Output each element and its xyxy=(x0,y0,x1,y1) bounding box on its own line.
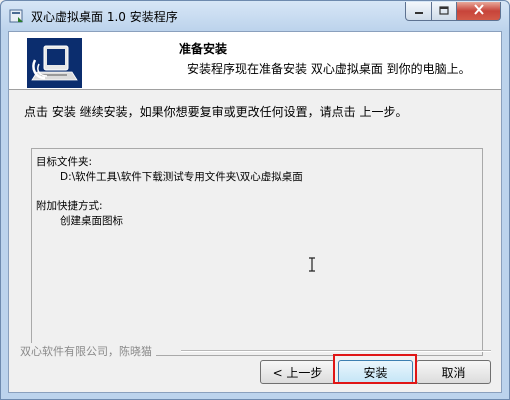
page-title: 准备安装 xyxy=(179,42,228,56)
window-title: 双心虚拟桌面 1.0 安装程序 xyxy=(31,10,178,24)
wizard-page: 准备安装 安装程序现在准备安装 双心虚拟桌面 到你的电脑上。 点击 安装 继续安… xyxy=(8,31,502,393)
close-icon xyxy=(473,4,485,18)
brand-text: 双心软件有限公司，陈晓猫 xyxy=(20,343,156,359)
install-button[interactable]: 安装 xyxy=(338,360,413,384)
computer-install-logo-icon xyxy=(27,38,82,88)
wizard-header: 准备安装 安装程序现在准备安装 双心虚拟桌面 到你的电脑上。 xyxy=(9,32,501,90)
instruction-text: 点击 安装 继续安装，如果你想要复审或更改任何设置，请点击 上一步。 xyxy=(24,105,408,119)
close-button[interactable] xyxy=(457,2,501,21)
shortcut-label: 附加快捷方式: xyxy=(36,200,103,212)
minimize-button[interactable] xyxy=(405,2,432,21)
brand-divider: 双心软件有限公司，陈晓猫 xyxy=(9,343,501,359)
maximize-button[interactable] xyxy=(432,2,457,21)
title-bar[interactable]: 双心虚拟桌面 1.0 安装程序 xyxy=(1,1,509,31)
installer-window: 双心虚拟桌面 1.0 安装程序 准备安装 安装程序现在准备安装 双心虚拟桌面 到… xyxy=(0,0,510,400)
divider-line xyxy=(181,350,491,352)
back-button[interactable]: < 上一步 xyxy=(260,360,335,384)
cancel-button[interactable]: 取消 xyxy=(416,360,491,384)
maximize-icon xyxy=(439,4,449,18)
text-cursor-icon xyxy=(308,257,316,275)
dest-folder-label: 目标文件夹: xyxy=(36,156,93,168)
installer-app-icon xyxy=(9,8,25,24)
minimize-icon xyxy=(414,4,424,18)
shortcut-item: 创建桌面图标 xyxy=(60,215,123,227)
dest-folder-path: D:\软件工具\软件下载测试专用文件夹\双心虚拟桌面 xyxy=(60,171,303,183)
ready-memo[interactable]: 目标文件夹: D:\软件工具\软件下载测试专用文件夹\双心虚拟桌面 附加快捷方式… xyxy=(31,148,483,356)
page-subtitle: 安装程序现在准备安装 双心虚拟桌面 到你的电脑上。 xyxy=(187,62,471,76)
